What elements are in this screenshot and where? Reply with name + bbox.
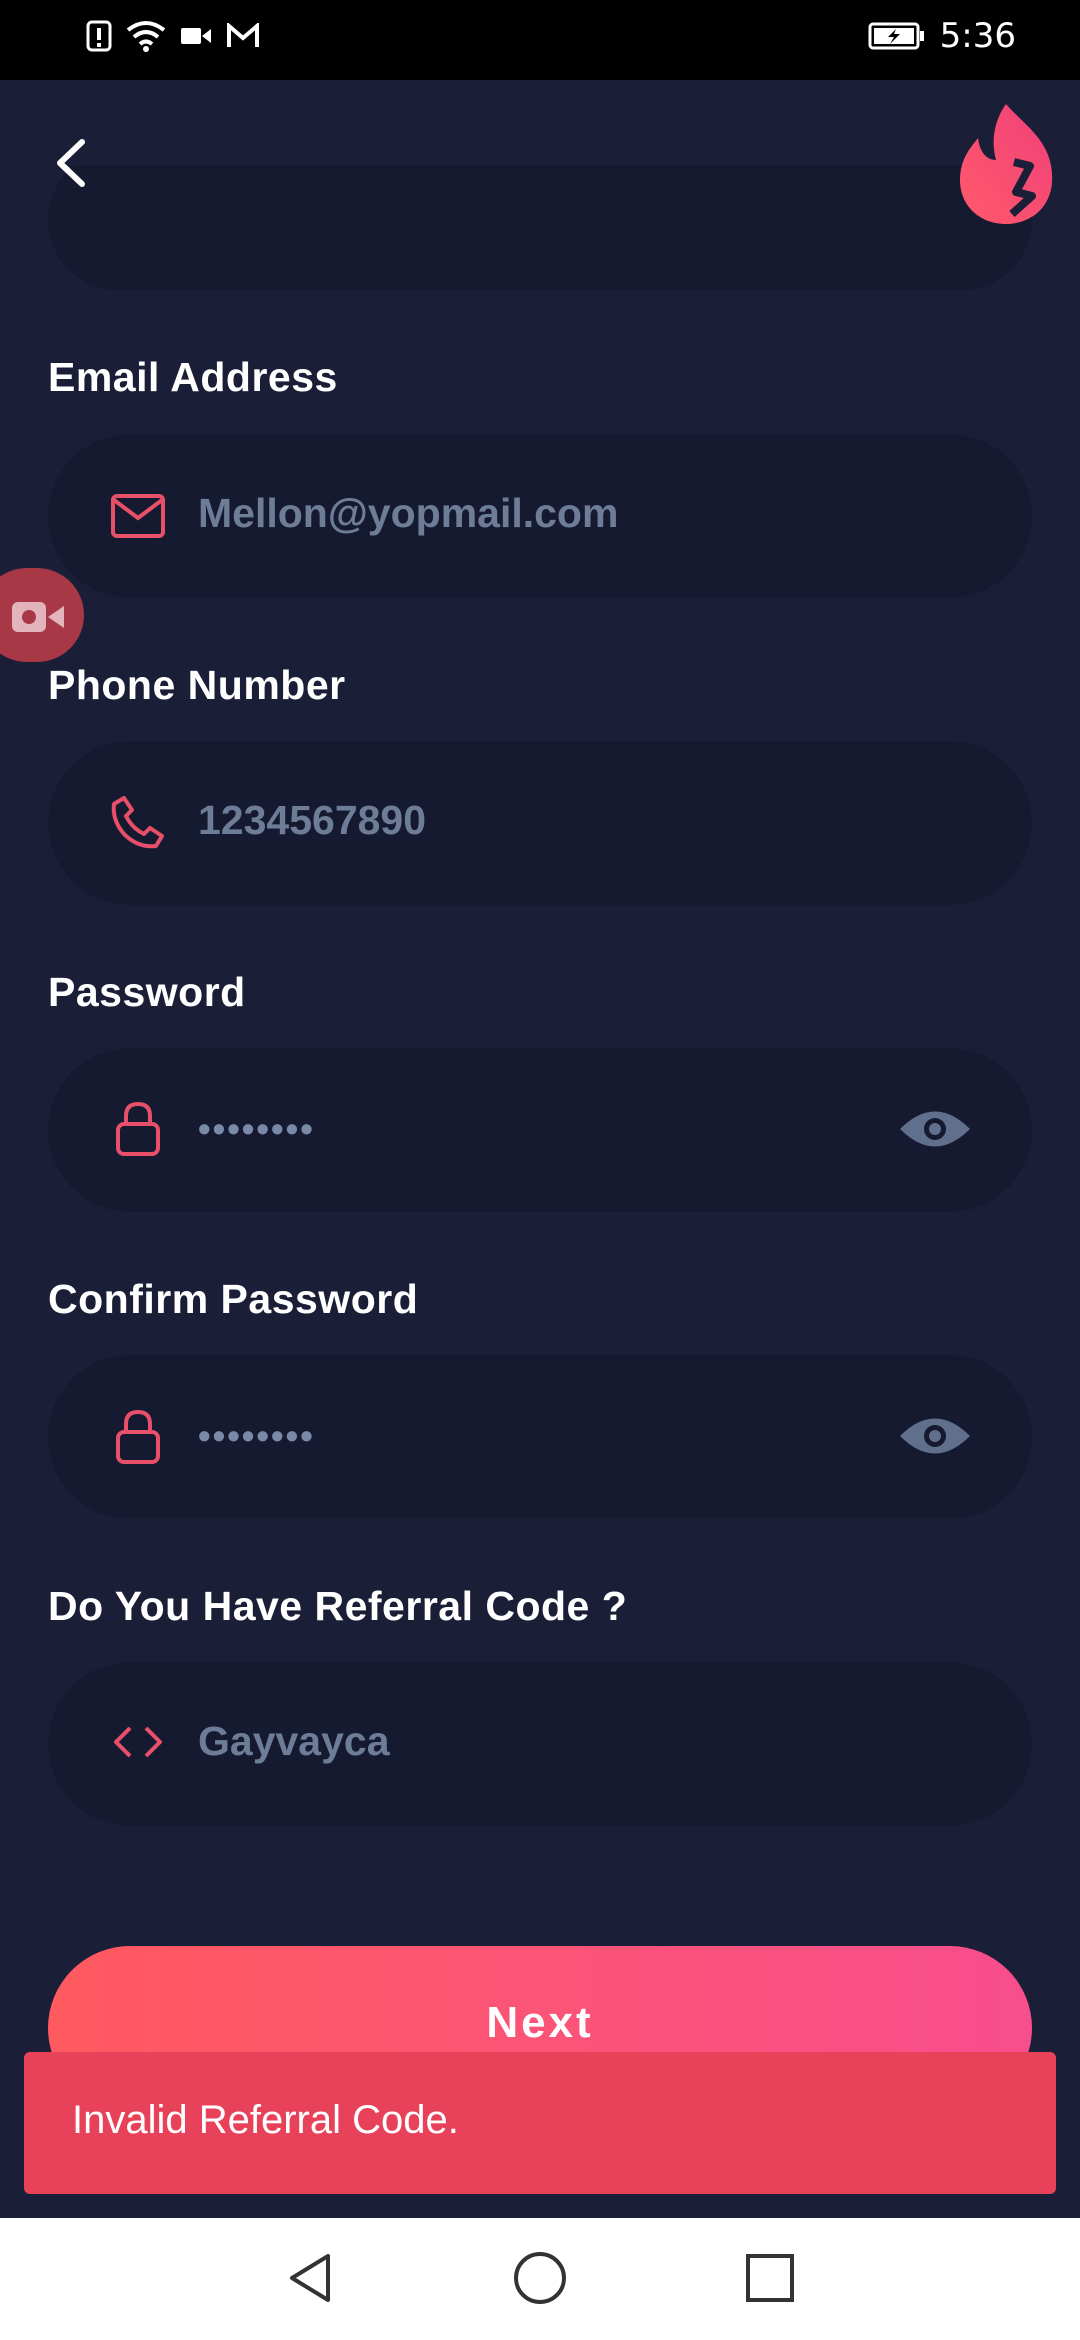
previous-field[interactable] xyxy=(48,150,1032,290)
status-time: 5:36 xyxy=(939,16,1016,56)
confirm-password-label: Confirm Password xyxy=(48,1276,419,1322)
mail-icon xyxy=(111,494,165,538)
status-icons-right: 5:36 xyxy=(868,16,1016,56)
flame-logo-overlay xyxy=(960,104,1053,224)
eye-icon[interactable] xyxy=(898,1104,972,1154)
screen-record-icon xyxy=(12,602,64,632)
battery-icon xyxy=(868,22,924,50)
nav-home-icon[interactable] xyxy=(510,2248,570,2308)
phone-field[interactable] xyxy=(48,741,1032,905)
video-icon xyxy=(181,28,211,44)
status-bar: 5:36 xyxy=(0,0,1080,80)
nav-recents-icon[interactable] xyxy=(740,2248,800,2308)
error-toast: Invalid Referral Code. xyxy=(24,2052,1056,2194)
phone-value[interactable]: 1234567890 xyxy=(198,797,426,844)
code-icon xyxy=(114,1726,162,1758)
wifi-icon xyxy=(126,21,166,52)
confirm-password-value[interactable]: •••••••• xyxy=(198,1415,315,1457)
confirm-password-field[interactable] xyxy=(48,1355,1032,1519)
status-icons-left xyxy=(86,20,260,52)
next-button-label: Next xyxy=(486,1998,594,2047)
referral-field[interactable] xyxy=(48,1662,1032,1826)
phone-label: Phone Number xyxy=(48,662,346,708)
phone-icon xyxy=(111,796,164,849)
lock-icon xyxy=(116,1409,160,1464)
password-label: Password xyxy=(48,969,246,1015)
back-icon-overlay xyxy=(57,139,85,187)
password-value[interactable]: •••••••• xyxy=(198,1108,315,1150)
password-field[interactable] xyxy=(48,1048,1032,1212)
gmail-icon xyxy=(227,23,259,47)
referral-value[interactable]: Gayvayca xyxy=(198,1718,390,1765)
lock-icon xyxy=(116,1101,160,1156)
email-label: Email Address xyxy=(48,354,338,400)
system-nav-bar xyxy=(0,2218,1080,2340)
alert-icon xyxy=(86,20,112,52)
nav-back-icon[interactable] xyxy=(280,2248,340,2308)
toast-message: Invalid Referral Code. xyxy=(72,2098,459,2142)
eye-icon[interactable] xyxy=(898,1411,972,1461)
email-value[interactable]: Mellon@yopmail.com xyxy=(198,490,618,537)
referral-label: Do You Have Referral Code ? xyxy=(48,1583,628,1629)
screen-record-button[interactable] xyxy=(0,568,84,662)
